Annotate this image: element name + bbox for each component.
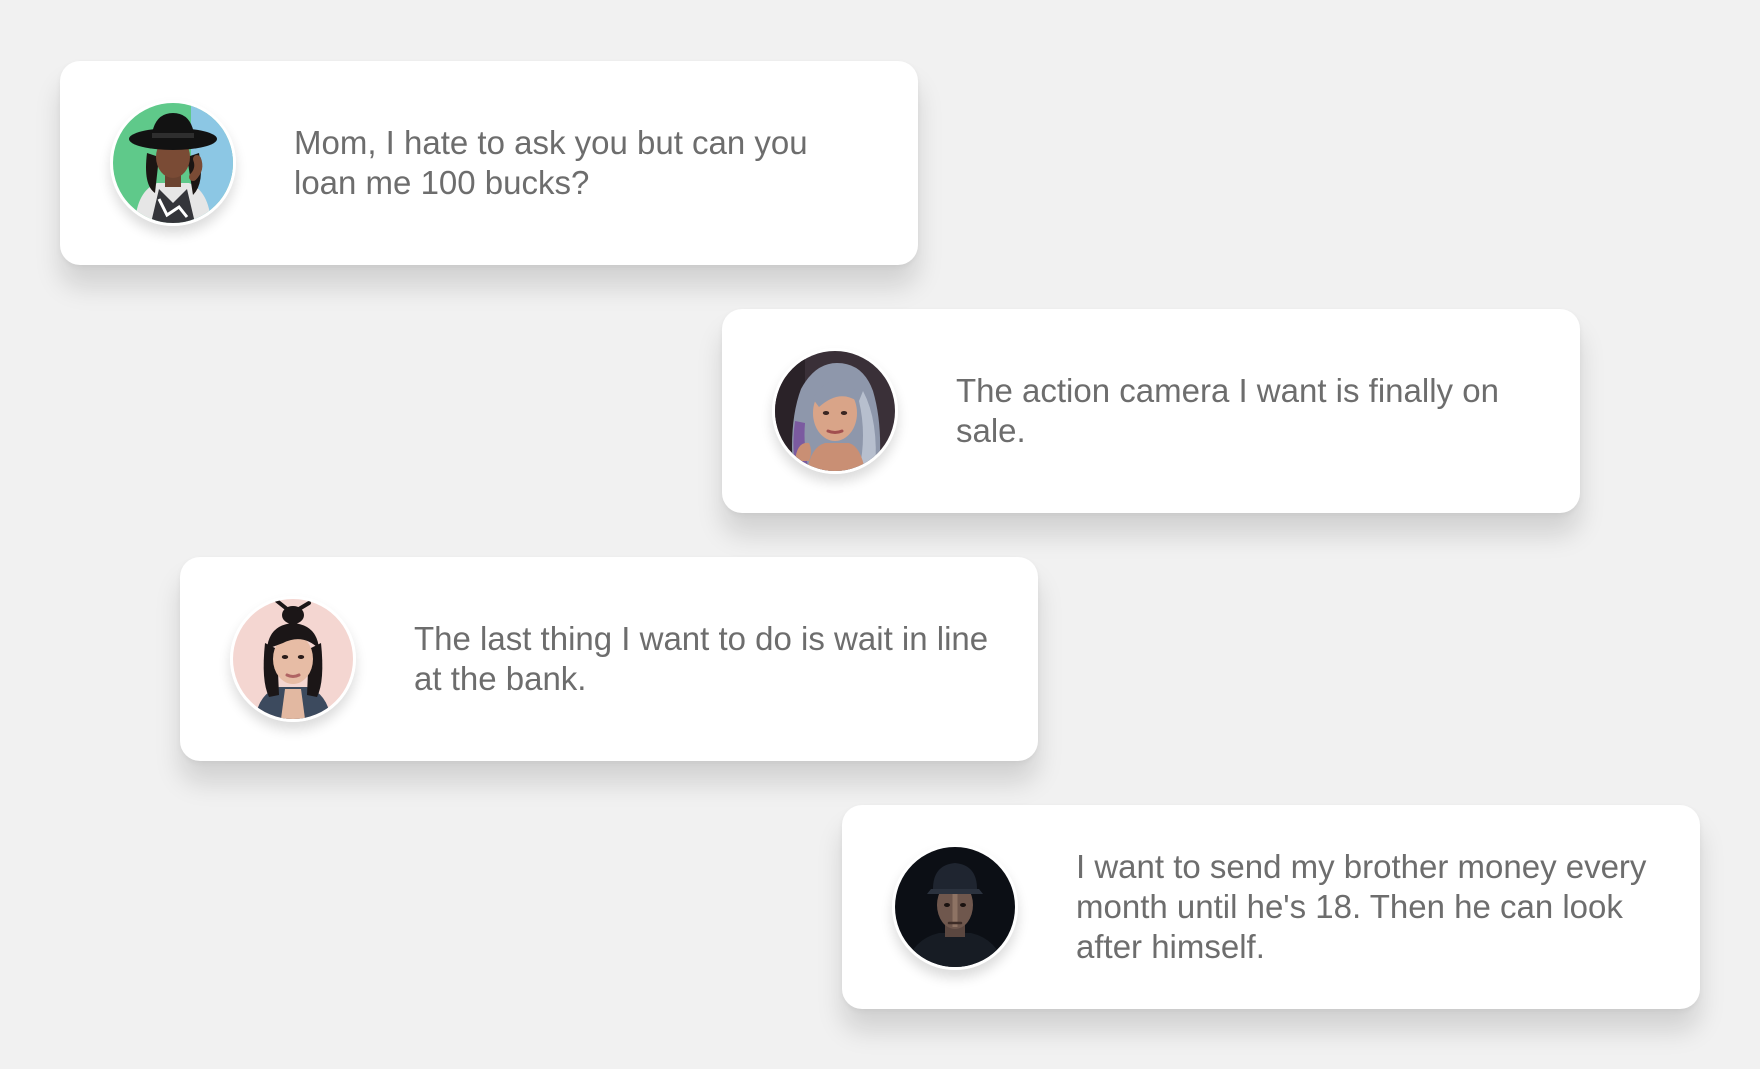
avatar bbox=[892, 844, 1018, 970]
avatar bbox=[110, 100, 236, 226]
message-text: I want to send my brother money every mo… bbox=[1076, 848, 1647, 965]
message-text: Mom, I hate to ask you but can you loan … bbox=[294, 124, 808, 201]
avatar bbox=[230, 596, 356, 722]
avatar bbox=[772, 348, 898, 474]
message-text: The last thing I want to do is wait in l… bbox=[414, 620, 989, 697]
message-card[interactable]: I want to send my brother money every mo… bbox=[842, 805, 1700, 1009]
woman-black-hat-avatar-icon bbox=[113, 103, 233, 223]
woman-dark-hair-pink-bg-avatar-icon bbox=[233, 599, 353, 719]
woman-silver-hair-avatar-icon bbox=[775, 351, 895, 471]
message-card[interactable]: Mom, I hate to ask you but can you loan … bbox=[60, 61, 918, 265]
message-card[interactable]: The last thing I want to do is wait in l… bbox=[180, 557, 1038, 761]
man-cap-dark-bg-avatar-icon bbox=[895, 847, 1015, 967]
message-card[interactable]: The action camera I want is finally on s… bbox=[722, 309, 1580, 513]
message-text: The action camera I want is finally on s… bbox=[956, 372, 1499, 449]
